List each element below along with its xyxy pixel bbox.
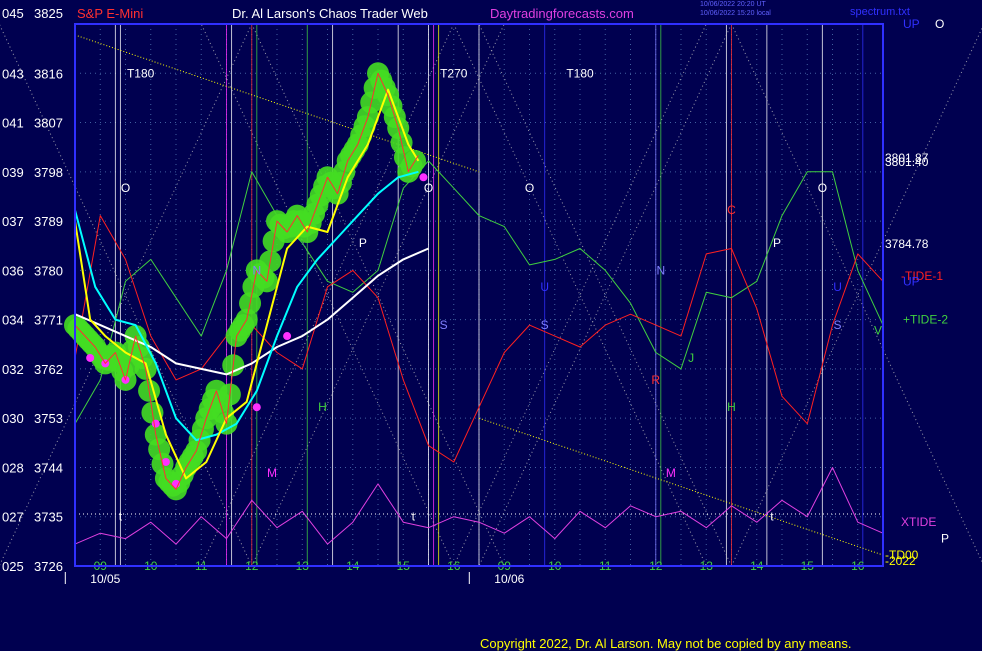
- timestamp-ut: 10/06/2022 20:20 UT: [700, 1, 766, 8]
- chart-marker-letter: S: [440, 318, 448, 332]
- price-low-marker: [86, 354, 94, 362]
- spectrum-file: spectrum.txt: [850, 6, 910, 18]
- y-axis-code-label: 027: [2, 510, 24, 525]
- right-side-label: +TIDE-2: [903, 313, 948, 327]
- y-axis-code-label: 025: [2, 559, 24, 574]
- chart-marker-letter: N: [656, 263, 665, 277]
- cycle-label: T180: [566, 66, 594, 80]
- chart-marker-letter: S: [834, 318, 842, 332]
- chart-marker-letter: O: [424, 181, 433, 195]
- y-axis-price-label: 3744: [34, 460, 63, 475]
- chart-marker-letter: M: [267, 466, 277, 480]
- right-side-label: P: [941, 532, 949, 546]
- chart-marker-letter: J: [688, 351, 694, 365]
- chart-marker-letter: H: [727, 400, 736, 414]
- chart-marker-letter: S: [541, 318, 549, 332]
- chart-marker-letter: M: [666, 466, 676, 480]
- y-axis-code-label: 041: [2, 116, 24, 131]
- x-axis-date-label: 10/05: [90, 572, 120, 586]
- chart-marker-letter: H: [318, 400, 327, 414]
- chart-marker-letter: P: [359, 236, 367, 250]
- chart-marker-letter: N: [252, 263, 261, 277]
- chart-marker-letter: R: [651, 373, 660, 387]
- price-readout-label: 3784.78: [885, 237, 929, 251]
- y-axis-code-label: 039: [2, 165, 24, 180]
- right-side-label: -2022: [885, 554, 916, 568]
- chart-marker-letter: O: [818, 181, 827, 195]
- chart-marker-letter: P: [773, 236, 781, 250]
- chart-marker-letter: O: [121, 181, 130, 195]
- app-title: Dr. Al Larson's Chaos Trader Web: [232, 6, 428, 21]
- chart-marker-letter: C: [727, 203, 736, 217]
- y-axis-price-label: 3807: [34, 116, 63, 131]
- y-axis-price-label: 3753: [34, 411, 63, 426]
- price-low-marker: [419, 173, 427, 181]
- chart-marker-letter: O: [525, 181, 534, 195]
- price-low-marker: [253, 403, 261, 411]
- y-axis-price-label: 3771: [34, 313, 63, 328]
- right-side-label: XTIDE: [901, 515, 936, 529]
- y-axis-code-label: 036: [2, 263, 24, 278]
- x-axis-date-label: 10/06: [494, 572, 524, 586]
- cycle-label: T180: [127, 66, 155, 80]
- y-axis-code-label: 028: [2, 460, 24, 475]
- y-axis-price-label: 3762: [34, 362, 63, 377]
- price-low-marker: [152, 420, 160, 428]
- price-readout-label: 3801.40: [885, 155, 929, 169]
- copyright: Copyright 2022, Dr. Al Larson. May not b…: [480, 636, 851, 651]
- y-axis-price-label: 3789: [34, 214, 63, 229]
- y-axis-code-label: 032: [2, 362, 24, 377]
- y-axis-code-label: 030: [2, 411, 24, 426]
- chart-marker-letter: V: [874, 324, 882, 338]
- price-low-marker: [283, 332, 291, 340]
- timestamp-local: 10/06/2022 15:20 local: [700, 10, 771, 17]
- header-price-045: 045: [2, 6, 24, 21]
- chart-marker-letter: U: [540, 280, 549, 294]
- y-axis-price-label: 3816: [34, 66, 63, 81]
- site-link[interactable]: Daytradingforecasts.com: [490, 6, 634, 21]
- y-axis-price-label: 3798: [34, 165, 63, 180]
- y-axis-code-label: 043: [2, 66, 24, 81]
- cycle-label: T270: [440, 66, 468, 80]
- y-axis-code-label: 037: [2, 214, 24, 229]
- y-axis-price-label: 3735: [34, 510, 63, 525]
- chart-header: 045 3825 S&P E-Mini Dr. Al Larson's Chao…: [0, 0, 982, 24]
- right-side-label: UP: [903, 274, 920, 288]
- header-price-3825: 3825: [34, 6, 63, 21]
- chart-title: S&P E-Mini: [77, 6, 143, 21]
- y-axis-price-label: 3726: [34, 559, 63, 574]
- chart-marker-letter: U: [833, 280, 842, 294]
- y-axis-code-label: 034: [2, 313, 24, 328]
- y-axis-price-label: 3780: [34, 263, 63, 278]
- chaos-trader-chart: 043 3816 041 3807 039 3798 037 3789 036 3780 034 37…: [0, 0, 982, 650]
